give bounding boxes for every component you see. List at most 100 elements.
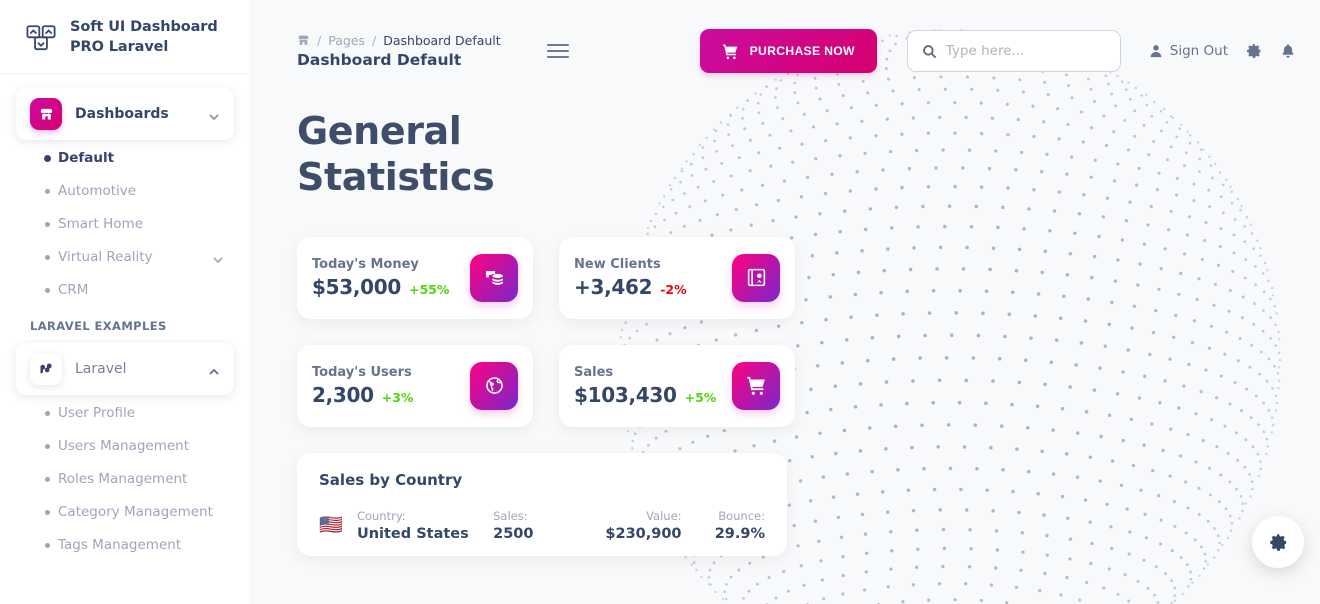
main-area: / Pages / Dashboard Default Dashboard De… [250, 0, 1320, 604]
search-icon [922, 44, 937, 59]
sidebar-item-users-management[interactable]: Users Management [20, 430, 234, 462]
table-row[interactable]: 🇺🇸 Country: United States Sales: 2500 Va… [297, 499, 787, 556]
sidebar-item-tags-management[interactable]: Tags Management [20, 529, 234, 561]
user-icon [1149, 44, 1163, 58]
content-area: General Statistics Today's Money $53,000… [250, 86, 1320, 556]
sidebar-item-user-profile[interactable]: User Profile [20, 397, 234, 429]
sidebar-item-laravel-label: Laravel [75, 361, 127, 378]
sidebar-item-laravel[interactable]: Laravel [16, 343, 234, 396]
stat-card-sales[interactable]: Sales $103,430 +5% [559, 344, 795, 427]
purchase-now-button[interactable]: PURCHASE NOW [699, 29, 877, 73]
laravel-icon [30, 353, 62, 386]
brand[interactable]: Soft UI Dashboard PRO Laravel [0, 0, 250, 75]
sidebar-item-dashboards-label: Dashboards [75, 106, 169, 123]
stat-card-todays-money[interactable]: Today's Money $53,000 +55% [297, 236, 533, 319]
bounce-cell: Bounce: 29.9% [688, 499, 787, 556]
bullet-icon [36, 154, 58, 162]
sidebar-item-category-management-label: Category Management [58, 504, 213, 521]
cell-value: $230,900 [605, 525, 682, 542]
stat-label: New Clients [574, 256, 661, 272]
sign-out-button[interactable]: Sign Out [1149, 43, 1228, 59]
column-header-country: Country: [356, 508, 406, 523]
bullet-icon [36, 509, 58, 515]
sidebar-item-category-management[interactable]: Category Management [20, 496, 234, 528]
sidebar-item-default[interactable]: Default [20, 142, 234, 174]
value-cell: Value: $230,900 [578, 499, 687, 556]
bullet-icon [36, 287, 58, 293]
stat-value: $103,430 [574, 382, 677, 407]
cart-icon [722, 43, 739, 60]
breadcrumb-pages[interactable]: Pages [328, 33, 365, 48]
stat-delta: +3% [381, 389, 414, 405]
page-heading: General Statistics [297, 108, 557, 201]
stat-delta: -2% [660, 281, 687, 297]
cart-icon [732, 361, 780, 410]
column-header-bounce: Bounce: [718, 508, 765, 523]
bullet-icon [36, 410, 58, 416]
stat-value: 2,300 [312, 382, 374, 407]
chevron-up-icon [208, 363, 220, 375]
contact-card-icon [732, 253, 780, 302]
laravel-subnav: User Profile Users Management Roles Mana… [16, 397, 234, 561]
breadcrumb-separator: / [317, 33, 322, 48]
sidebar-item-roles-management-label: Roles Management [58, 471, 188, 488]
bullet-icon [36, 476, 58, 482]
globe-icon [470, 361, 518, 410]
sidebar-item-smart-home[interactable]: Smart Home [20, 208, 234, 240]
stat-value: $53,000 [312, 274, 401, 299]
sidebar-item-default-label: Default [58, 150, 115, 167]
settings-fab-button[interactable] [1252, 516, 1304, 568]
search-box[interactable] [906, 30, 1121, 72]
shop-icon [30, 98, 62, 131]
gear-icon[interactable] [1246, 43, 1262, 59]
sign-out-label: Sign Out [1169, 43, 1228, 59]
stat-card-todays-users[interactable]: Today's Users 2,300 +3% [297, 344, 533, 427]
sidebar-item-users-management-label: Users Management [58, 438, 190, 455]
shop-home-icon[interactable] [297, 34, 310, 47]
breadcrumb-separator: / [372, 33, 377, 48]
sales-by-country-card: Sales by Country 🇺🇸 Country: United Stat… [297, 452, 787, 556]
bell-icon[interactable] [1280, 43, 1296, 59]
bullet-icon [36, 188, 58, 194]
sidebar: Soft UI Dashboard PRO Laravel Dashboards… [0, 0, 250, 604]
sales-by-country-table: 🇺🇸 Country: United States Sales: 2500 Va… [297, 499, 787, 556]
bullet-icon [36, 443, 58, 449]
dashboards-subnav: Default Automotive Smart Home Virtual Re… [16, 142, 234, 306]
stat-label: Today's Users [312, 364, 412, 380]
bullet-icon [36, 542, 58, 548]
search-input[interactable] [945, 43, 1106, 59]
sidebar-item-dashboards[interactable]: Dashboards [16, 88, 234, 141]
hamburger-icon[interactable] [546, 40, 569, 62]
stat-delta: +55% [409, 281, 450, 297]
column-header-sales: Sales: [493, 508, 528, 523]
column-header-value: Value: [646, 508, 682, 523]
sidebar-item-automotive[interactable]: Automotive [20, 175, 234, 207]
heading-line-2: Statistics [297, 155, 495, 200]
page-title: Dashboard Default [297, 51, 462, 69]
sales-cell: Sales: 2500 [487, 499, 578, 556]
purchase-now-label: PURCHASE NOW [749, 44, 855, 58]
sidebar-item-smart-home-label: Smart Home [58, 216, 143, 233]
cell-country: United States [356, 525, 469, 542]
us-flag-icon: 🇺🇸 [319, 513, 343, 536]
stat-delta: +5% [684, 389, 717, 405]
cell-sales: 2500 [493, 525, 534, 542]
sidebar-item-virtual-reality[interactable]: Virtual Reality [20, 241, 234, 273]
sidebar-item-tags-management-label: Tags Management [58, 537, 182, 554]
sidebar-nav: Dashboards Default Automotive Smart Home… [0, 74, 250, 594]
stats-grid: Today's Money $53,000 +55% New Clients +… [297, 236, 797, 427]
cell-bounce: 29.9% [714, 525, 765, 542]
breadcrumb: / Pages / Dashboard Default Dashboard De… [297, 33, 501, 69]
sidebar-section-title: LARAVEL EXAMPLES [30, 319, 167, 334]
bullet-icon [36, 221, 58, 227]
sidebar-item-roles-management[interactable]: Roles Management [20, 463, 234, 495]
country-flag-cell: 🇺🇸 [297, 499, 351, 556]
sales-by-country-title: Sales by Country [319, 470, 463, 489]
money-coins-icon [470, 253, 518, 302]
top-navbar: / Pages / Dashboard Default Dashboard De… [250, 0, 1320, 86]
sidebar-item-crm[interactable]: CRM [20, 274, 234, 306]
stat-label: Today's Money [312, 256, 419, 272]
gear-icon [1269, 533, 1288, 552]
stat-card-new-clients[interactable]: New Clients +3,462 -2% [559, 236, 795, 319]
heading-line-1: General [297, 109, 462, 153]
